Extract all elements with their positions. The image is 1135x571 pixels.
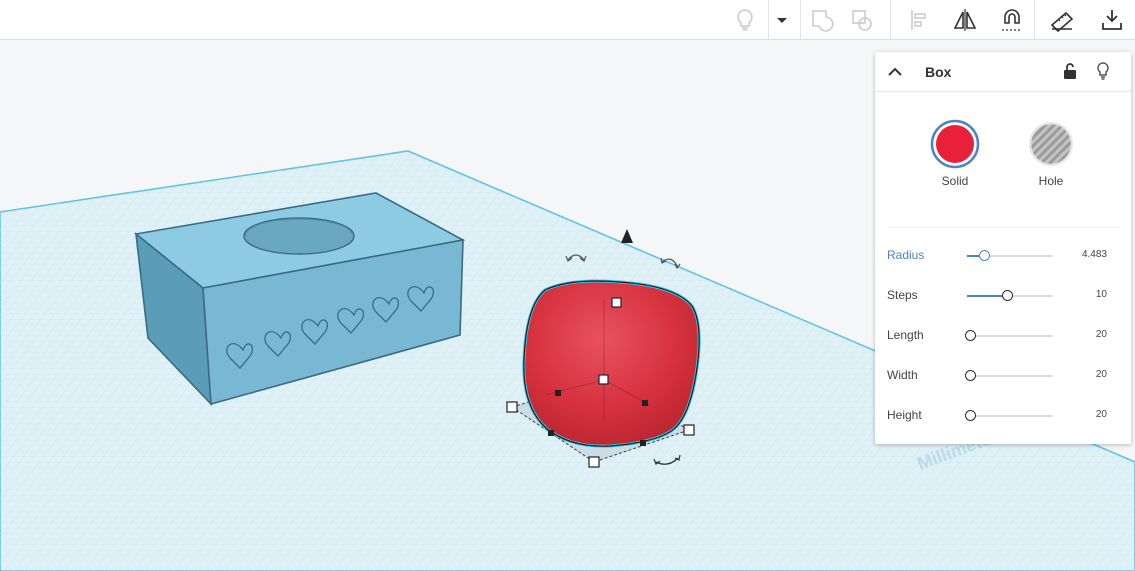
align-icon[interactable] — [900, 0, 940, 40]
property-label: Radius — [887, 248, 925, 262]
property-row-length: Length 20 — [875, 326, 1131, 346]
lightbulb-icon[interactable] — [1095, 61, 1111, 81]
corner-handle-front[interactable] — [588, 456, 600, 468]
hole-swatch[interactable] — [1021, 118, 1081, 175]
property-value[interactable]: 20 — [1096, 409, 1107, 420]
property-row-radius: Radius 4.483 — [875, 246, 1131, 266]
collapse-chevron-icon[interactable] — [887, 64, 903, 80]
corner-handle-left[interactable] — [506, 401, 518, 413]
property-label: Length — [887, 328, 924, 342]
corner-handle-right[interactable] — [683, 424, 695, 436]
chevron-down-icon[interactable] — [762, 0, 800, 40]
mirror-icon[interactable] — [945, 0, 985, 40]
hole-label: Hole — [1038, 174, 1064, 188]
solid-label: Solid — [941, 174, 969, 188]
toolbar-divider — [800, 0, 801, 40]
property-row-width: Width 20 — [875, 366, 1131, 386]
edge-handle[interactable] — [640, 440, 646, 446]
magnet-icon[interactable] — [992, 0, 1032, 40]
slider-thumb[interactable] — [1002, 290, 1014, 301]
property-value[interactable]: 10 — [1096, 289, 1107, 300]
slider-thumb[interactable] — [964, 410, 976, 421]
shape-title: Box — [925, 64, 952, 80]
property-label: Width — [887, 368, 918, 382]
ungroup-icon[interactable] — [842, 0, 882, 40]
length-slider[interactable] — [964, 330, 1053, 341]
radius-slider[interactable] — [967, 250, 1053, 261]
top-toolbar — [0, 0, 1135, 40]
inspector-divider — [887, 227, 1119, 228]
property-value[interactable]: 20 — [1096, 329, 1107, 340]
cylinder-hole — [243, 217, 355, 255]
ruler-icon[interactable] — [1042, 0, 1082, 40]
steps-slider[interactable] — [967, 290, 1053, 301]
width-slider[interactable] — [964, 370, 1053, 381]
slider-thumb[interactable] — [979, 250, 991, 261]
lightbulb-icon[interactable] — [725, 0, 765, 40]
height-slider[interactable] — [964, 410, 1053, 421]
property-label: Steps — [887, 288, 918, 302]
slider-thumb[interactable] — [964, 370, 976, 381]
group-icon[interactable] — [802, 0, 842, 40]
height-handle[interactable] — [611, 297, 622, 308]
property-label: Height — [887, 408, 922, 422]
edge-handle[interactable] — [642, 400, 648, 406]
solid-swatch[interactable] — [925, 118, 985, 175]
property-row-steps: Steps 10 — [875, 286, 1131, 306]
inspector-header: Box — [875, 52, 1131, 92]
shape-inspector-panel: Box Solid Hole Radius 4.483 Steps 10 Len… — [875, 52, 1131, 444]
property-row-height: Height 20 — [875, 406, 1131, 426]
slider-thumb[interactable] — [964, 330, 976, 341]
toolbar-divider — [890, 0, 891, 40]
import-icon[interactable] — [1092, 0, 1132, 40]
toolbar-divider — [1034, 0, 1035, 40]
unlock-icon[interactable] — [1062, 62, 1078, 80]
property-value[interactable]: 4.483 — [1082, 249, 1107, 260]
edge-handle[interactable] — [555, 390, 561, 396]
property-value[interactable]: 20 — [1096, 369, 1107, 380]
center-handle[interactable] — [598, 374, 609, 385]
edge-handle[interactable] — [548, 430, 554, 436]
